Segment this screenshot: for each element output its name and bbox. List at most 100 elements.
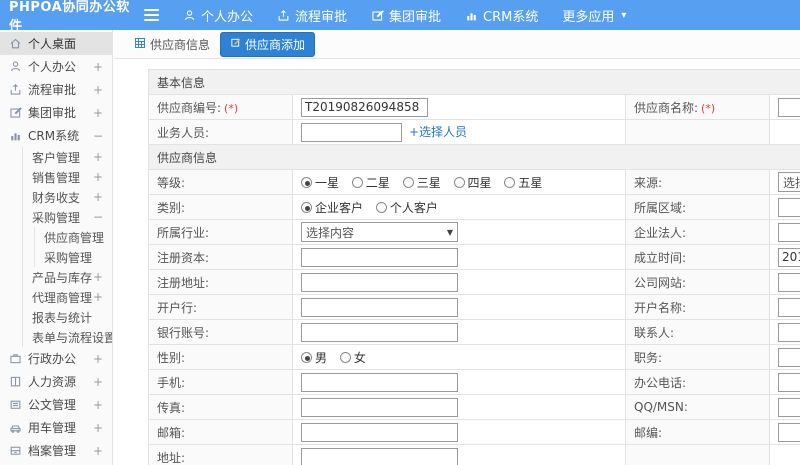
expand-marker[interactable]: + (93, 60, 103, 74)
top-navigation: 个人办公 流程审批 集团审批 CRM系统 更多应用 ▾ (183, 6, 626, 25)
sidebar-item-label: CRM系统 (28, 129, 80, 143)
expand-marker[interactable]: + (93, 150, 103, 164)
radio-level-5[interactable]: 五星 (504, 174, 542, 191)
radio-icon (339, 351, 351, 363)
contact-input[interactable] (778, 322, 800, 342)
radio-level-4[interactable]: 四星 (453, 174, 492, 191)
user-icon (183, 9, 196, 22)
field-label-registered-address: 注册地址: (148, 269, 293, 295)
sidebar-item-purchase-mgmt[interactable]: 采购管理 − (0, 207, 112, 227)
radio-category-company[interactable]: 企业客户 (301, 199, 363, 216)
sidebar-item-crm-system[interactable]: CRM系统 − (0, 124, 112, 147)
form-row: 注册资本: 成立时间: (148, 244, 800, 270)
sidebar-item-reports[interactable]: 报表与统计 (0, 307, 112, 327)
field-label-contact: 联系人: (625, 319, 770, 345)
registered-address-input[interactable] (301, 272, 458, 292)
topnav-personal-office[interactable]: 个人办公 (183, 6, 253, 25)
bank-account-no-input[interactable] (301, 322, 458, 342)
sidebar-item-label: 人力资源 (28, 375, 77, 389)
radio-icon (301, 176, 312, 188)
bank-input[interactable] (301, 297, 458, 317)
sidebar-item-product-inventory[interactable]: 产品与库存 + (0, 267, 112, 287)
sidebar-item-vehicle-mgmt[interactable]: 用车管理 + (0, 416, 112, 439)
sidebar-item-workflow-approval[interactable]: 流程审批 + (0, 78, 112, 101)
fax-input[interactable] (301, 397, 458, 417)
tab-bar: 供应商信息 供应商添加 (114, 30, 800, 59)
account-name-input[interactable] (778, 297, 800, 317)
collapse-marker[interactable]: − (93, 129, 103, 143)
sidebar-item-form-flow-settings[interactable]: 表单与流程设置+ (0, 327, 112, 347)
field-label-region: 所属区域: (625, 194, 770, 220)
sidebar-item-archive-mgmt[interactable]: 档案管理 + (0, 439, 112, 462)
expand-marker[interactable]: + (93, 444, 103, 458)
field-label-founded-date: 成立时间: (625, 244, 770, 270)
business-person-input[interactable] (301, 122, 402, 142)
level-radio-group: 一星 二星 三星 四星 五星 (292, 169, 626, 195)
email-input[interactable] (301, 422, 458, 442)
app-window: PHPOA协同办公软件 个人办公 流程审批 集团审批 CRM系统 更多应用 ▾ … (0, 0, 800, 465)
section-row: 供应商信息 (147, 144, 800, 170)
expand-marker[interactable]: + (93, 190, 103, 204)
topnav-more-apps[interactable]: 更多应用 ▾ (562, 6, 626, 25)
expand-marker[interactable]: + (93, 375, 103, 389)
supplier-code-input[interactable] (301, 97, 428, 117)
region-input[interactable] (778, 197, 800, 217)
supplier-add-form: 基本信息 供应商编号:(*) 供应商名称:(*) (147, 69, 800, 465)
main-area: 供应商信息 供应商添加 基本信息 供应商编号: (*) T20190826094… (114, 30, 800, 465)
sidebar-item-label: 流程审批 (28, 83, 77, 97)
radio-level-2[interactable]: 二星 (351, 174, 390, 191)
sidebar-item-group-approval[interactable]: 集团审批 + (0, 101, 112, 124)
supplier-name-input[interactable] (778, 97, 800, 117)
radio-gender-male[interactable]: 男 (301, 349, 327, 366)
home-icon (9, 37, 22, 50)
office-phone-input[interactable] (778, 372, 800, 392)
sidebar-item-label: 用车管理 (28, 421, 77, 435)
topnav-group-approval[interactable]: 集团审批 (371, 6, 441, 25)
expand-marker[interactable]: + (93, 83, 103, 97)
expand-marker[interactable]: + (93, 421, 103, 435)
sidebar-item-sales-mgmt[interactable]: 销售管理 + (0, 167, 112, 187)
expand-marker[interactable]: + (93, 170, 103, 184)
zip-input[interactable] (778, 422, 800, 442)
founded-date-input[interactable] (778, 247, 800, 267)
collapse-marker[interactable]: − (93, 210, 103, 224)
industry-select[interactable]: 选择内容 ▼ (301, 222, 458, 242)
radio-gender-female[interactable]: 女 (339, 349, 366, 366)
expand-marker[interactable]: + (93, 290, 103, 304)
sidebar-item-customer-mgmt[interactable]: 客户管理 + (0, 147, 112, 167)
website-input[interactable] (778, 272, 800, 292)
registered-capital-input[interactable] (301, 247, 458, 267)
form-row: 所属行业: 选择内容 ▼ 企业法人: (148, 219, 800, 245)
qq-msn-input[interactable] (778, 397, 800, 417)
radio-category-personal[interactable]: 个人客户 (375, 199, 438, 216)
legal-person-input[interactable] (778, 222, 800, 242)
form-row: 注册地址: 公司网站: (148, 269, 800, 295)
expand-marker[interactable]: + (93, 398, 103, 412)
sidebar-item-document-mgmt[interactable]: 公文管理 + (0, 393, 112, 416)
position-input[interactable] (778, 347, 800, 367)
field-label-industry: 所属行业: (148, 219, 293, 245)
topnav-crm-system[interactable]: CRM系统 (465, 6, 538, 25)
expand-marker[interactable]: + (93, 106, 103, 120)
sidebar-item-label: 产品与库存 (32, 270, 93, 285)
expand-marker[interactable]: + (93, 352, 103, 366)
sidebar-item-finance[interactable]: 财务收支 + (0, 187, 112, 207)
sidebar-item-personal-office[interactable]: 个人办公 + (0, 55, 112, 78)
radio-level-1[interactable]: 一星 (301, 174, 339, 191)
address-input[interactable] (301, 447, 458, 465)
sidebar-item-supplier-mgmt[interactable]: 供应商管理 (0, 227, 112, 247)
sidebar-item-hr[interactable]: 人力资源 + (0, 370, 112, 393)
sidebar-item-agent-mgmt[interactable]: 代理商管理 + (0, 287, 112, 307)
expand-marker[interactable]: + (93, 270, 103, 284)
radio-level-3[interactable]: 三星 (402, 174, 441, 191)
mobile-input[interactable] (301, 372, 458, 392)
tab-supplier-add[interactable]: 供应商添加 (220, 31, 316, 57)
menu-toggle-icon[interactable] (144, 9, 159, 21)
sidebar-item-personal-desktop[interactable]: 个人桌面 (0, 32, 112, 55)
sidebar-item-purchase-sub[interactable]: 采购管理 (0, 247, 112, 267)
source-select[interactable]: 选择内容 ▼ (778, 172, 800, 192)
choose-person-link[interactable]: +选择人员 (409, 125, 467, 139)
tab-supplier-info[interactable]: 供应商信息 (134, 36, 210, 53)
topnav-workflow-approval[interactable]: 流程审批 (277, 6, 347, 25)
sidebar-item-admin-office[interactable]: 行政办公 + (0, 347, 112, 370)
